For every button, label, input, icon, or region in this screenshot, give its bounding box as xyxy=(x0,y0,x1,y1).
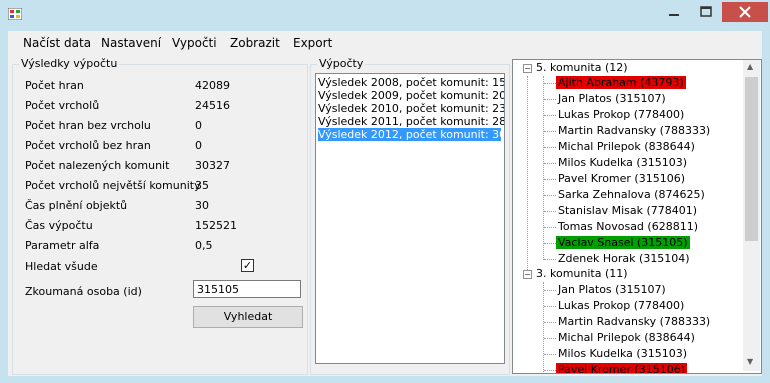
tree-line xyxy=(544,131,556,132)
title-bar xyxy=(0,0,770,31)
tree-member[interactable]: Pavel Kromer (315106) xyxy=(556,362,688,374)
value-vrcholu-bez-hran: 0 xyxy=(195,139,202,152)
value-nejvetsi-komunity: 35 xyxy=(195,179,209,192)
tree-line xyxy=(544,306,556,307)
community-tree[interactable]: − 5. komunita (12) Ajith Abraham (43793)… xyxy=(512,59,762,374)
tree-line xyxy=(543,76,544,260)
tree-line xyxy=(544,163,556,164)
label-vrcholu-bez-hran: Počet vrcholů bez hran xyxy=(25,139,151,152)
tree-member[interactable]: Jan Platos (315107) xyxy=(558,282,666,297)
close-icon xyxy=(739,6,751,18)
tree-member-label: Pavel Kromer (315106) xyxy=(556,363,688,374)
tree-line xyxy=(544,322,556,323)
tree-line xyxy=(544,338,556,339)
value-cas-vypoctu: 152521 xyxy=(195,219,237,232)
computations-list[interactable]: Výsledek 2008, počet komunit: 15838 Výsl… xyxy=(315,73,505,364)
tree-line xyxy=(544,99,556,100)
menu-bar: Načíst data Nastavení Vypočti Zobrazit E… xyxy=(8,31,762,53)
value-nalezenych-komunit: 30327 xyxy=(195,159,230,172)
tree-member[interactable]: Tomas Novosad (628811) xyxy=(558,219,698,234)
tree-member[interactable]: Martin Radvansky (788333) xyxy=(558,123,710,138)
tree-line xyxy=(544,290,556,291)
list-item[interactable]: Výsledek 2008, počet komunit: 15838 xyxy=(318,76,504,89)
tree-expander-group-2[interactable]: − xyxy=(523,270,532,279)
list-item-selected[interactable]: Výsledek 2012, počet komunit: 30327 xyxy=(318,128,504,141)
tree-group-3-komunita[interactable]: 3. komunita (11) xyxy=(536,266,628,281)
tree-line xyxy=(527,76,528,274)
value-parametr-alfa: 0,5 xyxy=(195,239,213,252)
menu-zobrazit[interactable]: Zobrazit xyxy=(230,36,280,50)
tree-member[interactable]: Lukas Prokop (778400) xyxy=(558,107,684,122)
close-button[interactable] xyxy=(722,2,768,22)
person-id-label: Zkoumaná osoba (id) xyxy=(25,285,142,298)
label-nalezenych-komunit: Počet nalezených komunit xyxy=(25,159,170,172)
tree-member[interactable]: Sarka Zehnalova (874625) xyxy=(558,187,705,202)
search-all-checkbox[interactable]: ✓ xyxy=(241,259,254,272)
scroll-thumb[interactable] xyxy=(745,77,758,241)
minimize-icon xyxy=(669,14,679,16)
tree-line xyxy=(544,211,556,212)
tree-member[interactable]: Pavel Kromer (315106) xyxy=(558,171,685,186)
tree-member[interactable]: Michal Prilepok (838644) xyxy=(558,330,695,345)
value-pocet-vrcholu: 24516 xyxy=(195,99,230,112)
tree-member[interactable]: Milos Kudelka (315103) xyxy=(558,346,687,361)
menu-export[interactable]: Export xyxy=(293,36,332,50)
person-id-input[interactable] xyxy=(193,280,301,298)
list-item[interactable]: Výsledek 2011, počet komunit: 28694 xyxy=(318,115,504,128)
list-item[interactable]: Výsledek 2009, počet komunit: 20004 xyxy=(318,89,504,102)
tree-line xyxy=(544,147,556,148)
tree-member[interactable]: Vaclav Snasel (315105) xyxy=(556,235,690,250)
tree-scrollbar[interactable]: ▲ ▼ xyxy=(743,60,760,371)
tree-member-label: Vaclav Snasel (315105) xyxy=(556,236,690,249)
label-nejvetsi-komunity: Počet vrcholů největší komunity xyxy=(25,179,201,192)
tree-line xyxy=(543,282,544,372)
maximize-icon xyxy=(700,6,712,17)
minimize-button[interactable] xyxy=(660,2,688,22)
tree-member[interactable]: Lukas Prokop (778400) xyxy=(558,298,684,313)
tree-member[interactable]: Michal Prilepok (838644) xyxy=(558,139,695,154)
value-hran-bez-vrcholu: 0 xyxy=(195,119,202,132)
tree-group-5-komunita[interactable]: 5. komunita (12) xyxy=(536,60,628,75)
tree-member[interactable]: Milos Kudelka (315103) xyxy=(558,155,687,170)
tree-expander-group-1[interactable]: − xyxy=(523,64,532,73)
menu-nastaveni[interactable]: Nastavení xyxy=(101,36,161,50)
search-button[interactable]: Vyhledat xyxy=(193,306,303,328)
tree-member[interactable]: Ajith Abraham (43793) xyxy=(556,75,686,90)
tree-member-label: Ajith Abraham (43793) xyxy=(556,76,686,89)
scroll-up-icon[interactable]: ▲ xyxy=(747,62,753,71)
list-item[interactable]: Výsledek 2010, počet komunit: 23846 xyxy=(318,102,504,115)
tree-member[interactable]: Zdenek Horak (315104) xyxy=(558,251,690,266)
tree-line xyxy=(544,227,556,228)
maximize-button[interactable] xyxy=(692,2,720,22)
scroll-down-icon[interactable]: ▼ xyxy=(747,357,753,366)
value-cas-plneni: 30 xyxy=(195,199,209,212)
search-all-label: Hledat všude xyxy=(25,260,98,273)
tree-member[interactable]: Martin Radvansky (788333) xyxy=(558,314,710,329)
tree-line xyxy=(544,83,556,84)
tree-line xyxy=(544,195,556,196)
tree-line xyxy=(544,259,556,260)
results-group: Výsledky výpočtu Počet hran 42089 Počet … xyxy=(12,57,308,375)
label-pocet-hran: Počet hran xyxy=(25,79,84,92)
menu-nacist-data[interactable]: Načíst data xyxy=(23,36,91,50)
tree-line xyxy=(544,179,556,180)
menu-vypocti[interactable]: Vypočti xyxy=(172,36,217,50)
tree-member[interactable]: Jan Platos (315107) xyxy=(558,91,666,106)
label-hran-bez-vrcholu: Počet hran bez vrcholu xyxy=(25,119,151,132)
label-pocet-vrcholu: Počet vrcholů xyxy=(25,99,100,112)
tree-line xyxy=(544,243,556,244)
tree-line xyxy=(544,354,556,355)
label-parametr-alfa: Parametr alfa xyxy=(25,239,100,252)
computations-group: Výpočty Výsledek 2008, počet komunit: 15… xyxy=(310,57,510,375)
tree-line xyxy=(544,115,556,116)
app-icon xyxy=(8,8,22,20)
label-cas-vypoctu: Čas výpočtu xyxy=(25,219,93,232)
tree-member[interactable]: Stanislav Misak (778401) xyxy=(558,203,697,218)
tree-line xyxy=(544,370,556,371)
main-window: Načíst data Nastavení Vypočti Zobrazit E… xyxy=(8,31,762,376)
value-pocet-hran: 42089 xyxy=(195,79,230,92)
results-group-title: Výsledky výpočtu xyxy=(19,57,120,70)
computations-group-title: Výpočty xyxy=(317,57,366,70)
label-cas-plneni: Čas plnění objektů xyxy=(25,199,128,212)
